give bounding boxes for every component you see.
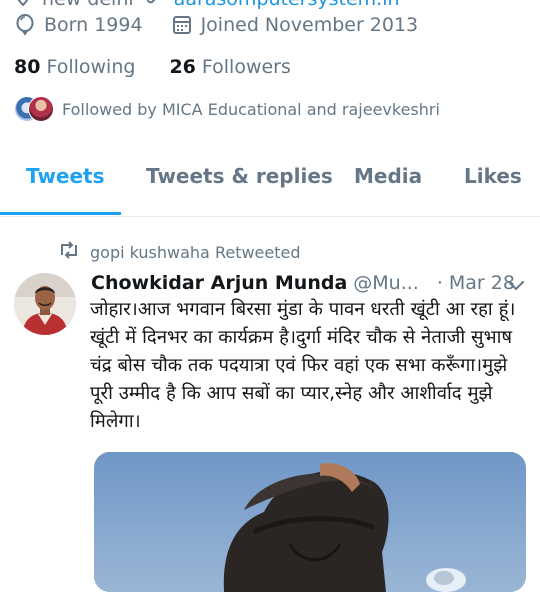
followed-by-row[interactable]: Followed by MICA Educational and rajeevk… xyxy=(14,96,440,122)
link-icon xyxy=(144,0,164,11)
follow-counts: 80 Following 26 Followers xyxy=(14,56,291,78)
follower-avatars xyxy=(14,96,54,122)
website-link[interactable]: aarasomputersystem.in xyxy=(174,0,400,10)
avatar xyxy=(28,96,54,122)
author-name[interactable]: Chowkidar Arjun Munda xyxy=(91,272,347,294)
balloon-icon xyxy=(14,14,36,36)
location-text: new delhi xyxy=(42,0,134,10)
tweet-header: Chowkidar Arjun Munda @Mu... · Mar 28 xyxy=(91,272,515,294)
active-tab-indicator xyxy=(0,212,121,215)
tab-likes[interactable]: Likes xyxy=(464,164,522,188)
followers-count: 26 xyxy=(169,56,196,78)
followed-by-text: Followed by MICA Educational and rajeevk… xyxy=(62,99,440,119)
author-handle[interactable]: @Mu... xyxy=(353,272,419,294)
retweet-context: gopi kushwaha Retweeted xyxy=(58,241,301,263)
followers-label: Followers xyxy=(201,56,291,78)
tweet-text: जोहार।आज भगवान बिरसा मुंडा के पावन धरती … xyxy=(90,299,516,432)
joined-text: Joined November 2013 xyxy=(200,14,419,36)
retweeted-by-text[interactable]: gopi kushwaha Retweeted xyxy=(90,243,301,262)
following-label: Following xyxy=(46,56,136,78)
author-avatar[interactable] xyxy=(14,273,76,335)
tab-tweets-replies[interactable]: Tweets & replies xyxy=(146,164,333,188)
chevron-down-icon[interactable] xyxy=(506,278,526,294)
location-pin-icon xyxy=(14,0,32,11)
born-text: Born 1994 xyxy=(44,14,143,36)
profile-location-row: new delhi aarasomputersystem.in xyxy=(14,0,400,11)
tab-media[interactable]: Media xyxy=(354,164,422,188)
calendar-icon xyxy=(171,14,193,36)
following-count: 80 xyxy=(14,56,41,78)
following-link[interactable]: 80 Following xyxy=(14,56,135,78)
retweet-icon xyxy=(58,241,80,263)
tab-tweets[interactable]: Tweets xyxy=(26,164,105,188)
profile-dates-row: Born 1994 Joined November 2013 xyxy=(14,14,418,36)
profile-tabs: Tweets Tweets & replies Media Likes xyxy=(0,150,540,217)
followers-link[interactable]: 26 Followers xyxy=(169,56,290,78)
header-separator: · xyxy=(436,272,443,294)
tweet-media-image[interactable] xyxy=(94,452,526,592)
